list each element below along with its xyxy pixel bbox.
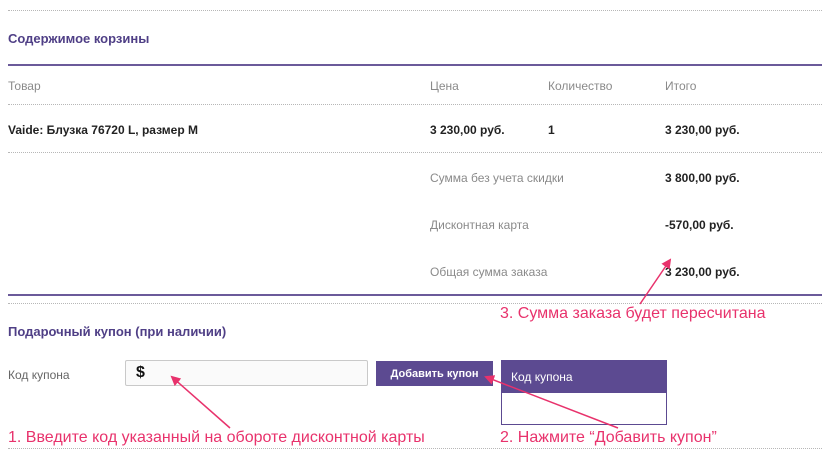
annotation-arrows — [170, 258, 672, 429]
arrow-to-coupon-input — [170, 375, 231, 429]
arrow-to-add-coupon-button — [484, 375, 619, 429]
arrow-to-order-total — [639, 258, 672, 305]
